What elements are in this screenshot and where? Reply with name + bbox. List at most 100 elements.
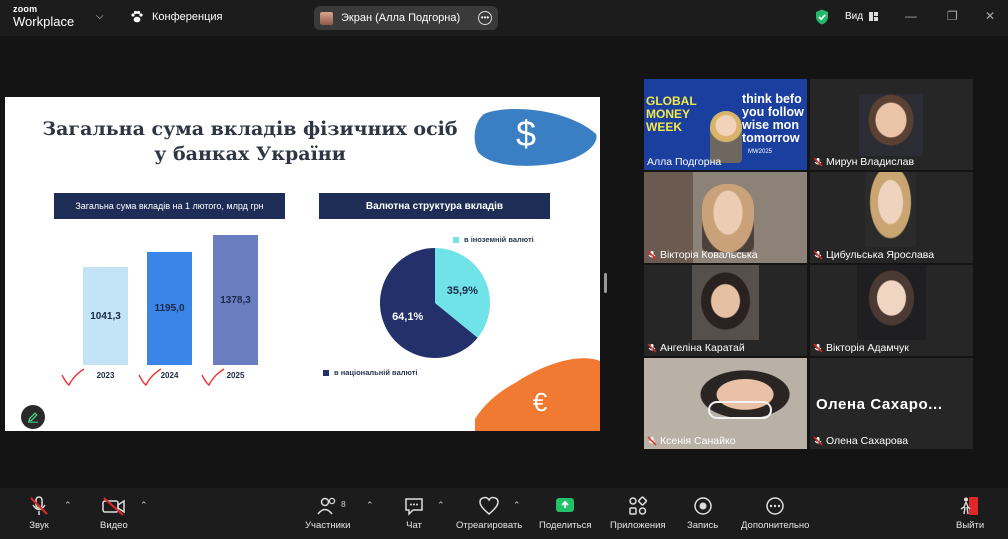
- minimize-icon[interactable]: —: [905, 9, 917, 23]
- leave-icon: [960, 497, 979, 515]
- chat-options-chevron-icon[interactable]: ⌃: [437, 500, 445, 511]
- participant-video: [865, 172, 916, 247]
- pie-chart-header: Валютна структура вкладів: [319, 193, 550, 219]
- pie-slice-label: 64,1%: [392, 311, 423, 323]
- participant-name: Цибульська Ярослава: [826, 249, 935, 261]
- legend-swatch: [453, 236, 459, 243]
- logo-line1: zoom: [13, 4, 38, 14]
- panel-resize-handle[interactable]: [604, 273, 607, 293]
- apps-label: Приложения: [610, 520, 666, 531]
- pie-slice-label: 35,9%: [447, 285, 478, 297]
- muted-mic-icon: [813, 343, 823, 353]
- banner-tag: MW2025: [748, 149, 773, 155]
- bar: 1378,3: [213, 235, 258, 365]
- more-button[interactable]: Дополнительно: [741, 496, 809, 531]
- bar-value-label: 1378,3: [220, 294, 251, 306]
- participant-tile[interactable]: Ангеліна Каратай: [644, 265, 807, 356]
- participant-name-label: Ангеліна Каратай: [647, 342, 745, 354]
- participant-tile[interactable]: Мирун Владислав: [810, 79, 973, 170]
- chat-button[interactable]: Чат: [403, 496, 425, 531]
- share-button[interactable]: Поделиться: [539, 496, 591, 531]
- participant-name-label: Алла Подгорна: [647, 156, 721, 168]
- shared-screen-slide: Загальна сума вкладів фізичних осіб у ба…: [5, 97, 600, 431]
- slide-title: Загальна сума вкладів фізичних осіб у ба…: [42, 118, 458, 165]
- record-icon: [693, 497, 712, 515]
- screen-share-pill[interactable]: Экран (Алла Подгорна) •••: [314, 6, 498, 30]
- participant-tile[interactable]: GLOBAL MONEY WEEK think befo you follow …: [644, 79, 807, 170]
- close-icon[interactable]: ✕: [985, 9, 995, 23]
- participant-name: Ангеліна Каратай: [660, 342, 745, 354]
- participant-display-name: Олена Сахаро...: [816, 396, 943, 413]
- participant-tile[interactable]: Цибульська Ярослава: [810, 172, 973, 263]
- participants-options-chevron-icon[interactable]: ⌃: [366, 500, 374, 511]
- more-label: Дополнительно: [741, 520, 810, 531]
- bar-value-label: 1195,0: [154, 303, 185, 314]
- check-mark-annotation: [61, 368, 85, 387]
- video-label: Видео: [100, 520, 128, 531]
- meeting-info[interactable]: Конференция: [130, 10, 222, 24]
- video-off-icon: [102, 497, 125, 516]
- leave-label: Выйти: [956, 520, 985, 531]
- muted-mic-icon: [647, 436, 657, 446]
- share-screen-icon: [556, 498, 575, 512]
- zoom-logo[interactable]: zoom Workplace: [13, 4, 75, 29]
- participant-video: [692, 265, 759, 340]
- apps-button[interactable]: Приложения: [610, 496, 666, 531]
- security-shield-icon[interactable]: [815, 9, 829, 25]
- title-bar: zoom Workplace ⌵ Конференция Экран (Алла…: [0, 0, 1008, 36]
- dollar-symbol: $: [516, 113, 536, 154]
- participants-count: 8: [341, 499, 346, 509]
- video-options-chevron-icon[interactable]: ⌃: [140, 500, 148, 511]
- view-label: Вид: [845, 11, 864, 22]
- participant-video: [857, 265, 926, 340]
- react-options-chevron-icon[interactable]: ⌃: [513, 500, 521, 511]
- dollar-icon: $: [474, 108, 597, 166]
- video-button[interactable]: Видео: [100, 496, 128, 531]
- participants-label: Участники: [305, 520, 351, 531]
- record-button[interactable]: Запись: [687, 496, 718, 531]
- participant-name-label: Мирун Владислав: [813, 156, 914, 168]
- restore-icon[interactable]: ❐: [947, 9, 958, 23]
- muted-mic-icon: [647, 343, 657, 353]
- muted-mic-icon: [30, 496, 48, 515]
- participant-name-label: Вікторія Ковальська: [647, 249, 758, 261]
- chat-label: Чат: [406, 520, 422, 531]
- logo-line2: Workplace: [13, 14, 75, 29]
- participant-name: Вікторія Ковальська: [660, 249, 758, 261]
- legend-national-label: в національній валюті: [334, 368, 418, 377]
- meeting-toolbar: Звук ⌃ Видео ⌃ Участники 8 ⌃ Чат ⌃ Отреа…: [0, 488, 1008, 539]
- chat-icon: [405, 498, 423, 516]
- share-label: Поделиться: [539, 520, 592, 531]
- audio-options-chevron-icon[interactable]: ⌃: [64, 500, 72, 511]
- apps-icon: [629, 496, 647, 515]
- participant-tile[interactable]: Вікторія Ковальська: [644, 172, 807, 263]
- audio-label: Звук: [29, 520, 49, 531]
- participant-figure: [702, 184, 754, 252]
- svg-text:€: €: [533, 387, 548, 417]
- participant-gallery: GLOBAL MONEY WEEK think befo you follow …: [644, 79, 973, 449]
- view-menu[interactable]: Вид: [845, 11, 879, 22]
- pencil-icon[interactable]: [21, 405, 45, 429]
- participant-name: Олена Сахарова: [826, 435, 909, 447]
- muted-mic-icon: [813, 157, 823, 167]
- chevron-down-icon[interactable]: ⌵: [96, 11, 104, 22]
- grid-view-icon: [869, 12, 879, 21]
- bar-chart-header: Загальна сума вкладів на 1 лютого, млрд …: [54, 193, 285, 219]
- bar-category-label: 2023: [96, 371, 115, 380]
- heart-icon: [479, 496, 499, 515]
- audio-button[interactable]: Звук: [28, 496, 50, 531]
- legend-foreign-label: в іноземній валюті: [464, 235, 534, 244]
- leave-button[interactable]: Выйти: [956, 496, 984, 531]
- participant-name: Мирун Владислав: [826, 156, 915, 168]
- more-options-icon[interactable]: •••: [478, 11, 492, 25]
- meeting-title: Конференция: [152, 11, 223, 23]
- check-mark-annotation: [138, 368, 162, 387]
- participant-tile[interactable]: Ксенія Санайко: [644, 358, 807, 449]
- bar: 1041,3: [83, 267, 128, 365]
- glasses-shape: [708, 401, 772, 419]
- more-options-icon: [766, 497, 784, 515]
- participant-tile[interactable]: Вікторія Адамчук: [810, 265, 973, 356]
- participant-tile[interactable]: Олена Сахаро... Олена Сахарова: [810, 358, 973, 449]
- avatar: [320, 11, 333, 25]
- muted-mic-icon: [647, 250, 657, 260]
